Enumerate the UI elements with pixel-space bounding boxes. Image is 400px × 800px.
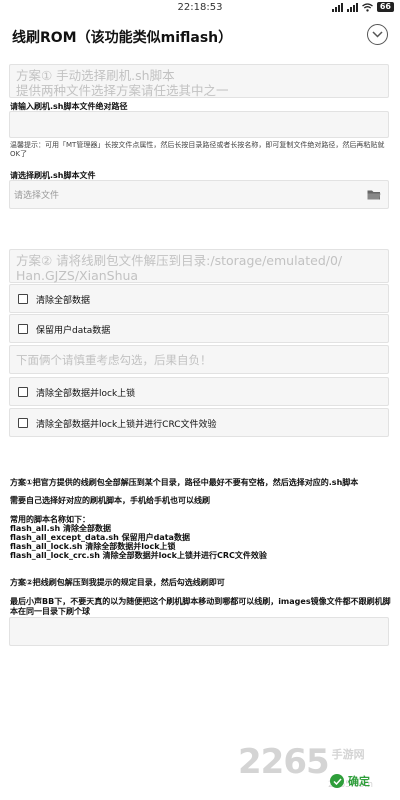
option-clear-lock-crc[interactable]: 清除全部数据并lock上锁并进行CRC文件效验 (9, 408, 389, 437)
checkbox[interactable] (18, 294, 28, 304)
info-plan1: 方案①把官方提供的线刷包全部解压到某个目录，路径中最好不要有空格，然后选择对应的… (10, 478, 359, 487)
plan2-text: 方案② 请将线刷包文件解压到目录:/storage/emulated/0/ Ha… (16, 253, 343, 283)
info-final-note: 最后小声BB下，不要天真的以为随便把这个刷机脚本移动到哪都可以线刷，images… (10, 597, 391, 616)
option-keep-data[interactable]: 保留用户data数据 (9, 314, 389, 343)
page-title: 线刷ROM（该功能类似miflash） (12, 30, 233, 46)
warning-text: 下面俩个请慎重考虑勾选，后果自负！ (16, 353, 212, 367)
watermark-number: 2265 (238, 742, 330, 782)
info-script-4: flash_all_lock_crc.sh 清除全部数据并lock上锁并进行CR… (10, 551, 267, 560)
watermark-text: 手游网 (331, 748, 365, 761)
battery-icon: 66 (376, 2, 394, 12)
info-script-note: 需要自己选择好对应的刷机脚本，手机给手机也可以线刷 (10, 496, 210, 505)
bottom-input[interactable] (9, 617, 389, 646)
option-label: 清除全部数据并lock上锁 (36, 389, 136, 399)
status-bar: 22:18:53 66 (0, 0, 400, 18)
option-clear-lock[interactable]: 清除全部数据并lock上锁 (9, 377, 389, 406)
folder-icon[interactable] (367, 189, 381, 200)
path-input-hint: 温馨提示：可用「MT管理器」长按文件点属性，然后长按目录路径或者长按名称，即可复… (10, 141, 385, 158)
warning-textbox: 下面俩个请慎重考虑勾选，后果自负！ (9, 345, 389, 374)
info-plan2: 方案②把线刷包解压到我提示的规定目录，然后勾选线刷即可 (10, 578, 225, 587)
confirm-button[interactable]: 确定 (330, 773, 370, 789)
option-label: 清除全部数据 (36, 296, 91, 306)
file-select-field[interactable]: 请选择文件 (9, 180, 389, 209)
checkbox[interactable] (18, 324, 28, 334)
confirm-label: 确定 (348, 775, 370, 788)
signal-icon-2 (346, 2, 358, 12)
signal-icon (331, 2, 343, 12)
wifi-icon (361, 2, 373, 12)
option-label: 清除全部数据并lock上锁并进行CRC文件效验 (36, 420, 217, 430)
chevron-down-icon (372, 31, 383, 38)
plan2-textbox[interactable]: 方案② 请将线刷包文件解压到目录:/storage/emulated/0/ Ha… (9, 249, 389, 283)
checkbox[interactable] (18, 418, 28, 428)
option-label: 保留用户data数据 (36, 326, 111, 336)
collapse-button[interactable] (367, 24, 388, 45)
checkbox[interactable] (18, 387, 28, 397)
check-icon (330, 774, 344, 788)
file-select-placeholder: 请选择文件 (14, 191, 60, 201)
status-icons: 66 (331, 2, 394, 12)
plan1-textbox[interactable]: 方案① 手动选择刷机.sh脚本 提供两种文件选择方案请任选其中之一 (9, 64, 389, 98)
option-clear-all[interactable]: 清除全部数据 (9, 284, 389, 313)
path-input[interactable] (9, 111, 389, 138)
plan1-text: 方案① 手动选择刷机.sh脚本 提供两种文件选择方案请任选其中之一 (16, 68, 229, 98)
